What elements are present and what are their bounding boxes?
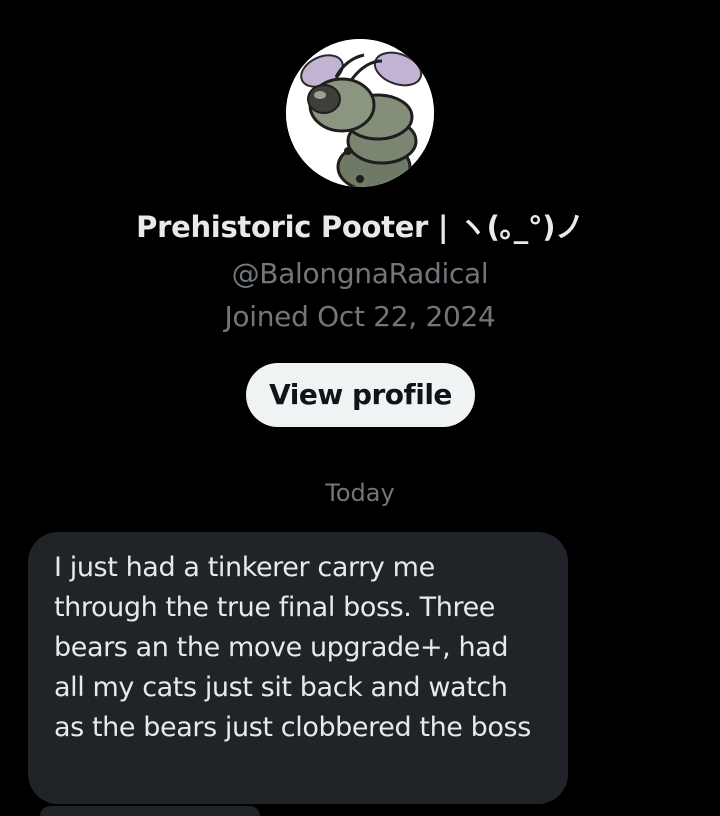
grub-avatar-icon bbox=[286, 39, 434, 187]
date-separator: Today bbox=[325, 479, 395, 507]
avatar[interactable] bbox=[286, 39, 434, 187]
profile-joined-date: Joined Oct 22, 2024 bbox=[224, 300, 496, 333]
message-text: I just had a tinkerer carry me through t… bbox=[54, 552, 531, 743]
dm-conversation-view: Prehistoric Pooter | ヽ(｡_°)ノ @BalongnaRa… bbox=[0, 0, 720, 816]
message-bubble[interactable]: I just had a tinkerer carry me through t… bbox=[28, 532, 568, 804]
profile-display-name: Prehistoric Pooter | ヽ(｡_°)ノ bbox=[136, 210, 584, 244]
view-profile-button[interactable]: View profile bbox=[246, 363, 475, 427]
profile-handle: @BalongnaRadical bbox=[231, 257, 489, 290]
message-bubble-partial bbox=[40, 806, 260, 816]
